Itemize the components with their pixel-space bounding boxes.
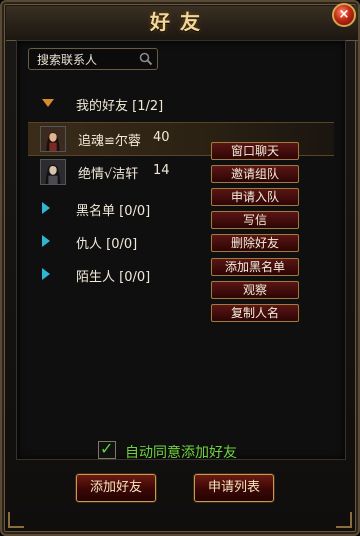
menu-item-copy-name[interactable]: 复制人名 [211,304,299,322]
add-friend-button[interactable]: 添加好友 [76,474,156,502]
auto-accept-label[interactable]: 自动同意添加好友 [125,442,237,462]
group-label: 仇人 [0/0] [76,237,138,252]
collapsed-arrow-icon [42,235,50,247]
menu-item-write-letter[interactable]: 写信 [211,211,299,229]
menu-item-add-blacklist[interactable]: 添加黑名单 [211,258,299,276]
friend-name: 追魂≌尔蓉 [78,134,141,149]
friend-level: 40 [153,130,170,145]
request-list-button[interactable]: 申请列表 [194,474,274,502]
search-input[interactable] [35,51,139,69]
corner-ornament [8,512,24,528]
menu-item-inspect[interactable]: 观察 [211,281,299,299]
menu-item-invite-team[interactable]: 邀请组队 [211,165,299,183]
collapsed-arrow-icon [42,202,50,214]
check-icon: ✓ [100,439,114,458]
friend-level: 14 [153,163,170,178]
group-label: 黑名单 [0/0] [76,204,151,219]
close-button[interactable]: × [332,3,356,27]
search-box[interactable] [28,48,158,70]
group-label: 我的好友 [1/2] [76,99,164,114]
corner-ornament [336,512,352,528]
menu-item-join-team[interactable]: 申请入队 [211,188,299,206]
expanded-arrow-icon [42,99,54,107]
avatar [40,159,66,185]
avatar [40,126,66,152]
close-icon: × [338,7,350,22]
window-title: 好友 [150,10,210,34]
group-label: 陌生人 [0/0] [76,270,151,285]
friend-name: 绝情√洁轩 [78,167,139,182]
search-icon[interactable] [139,52,153,66]
group-my-friends[interactable]: 我的好友 [1/2] [28,88,328,118]
menu-item-chat[interactable]: 窗口聊天 [211,142,299,160]
menu-item-delete-friend[interactable]: 删除好友 [211,234,299,252]
auto-accept-checkbox[interactable]: ✓ [98,439,116,459]
collapsed-arrow-icon [42,268,50,280]
